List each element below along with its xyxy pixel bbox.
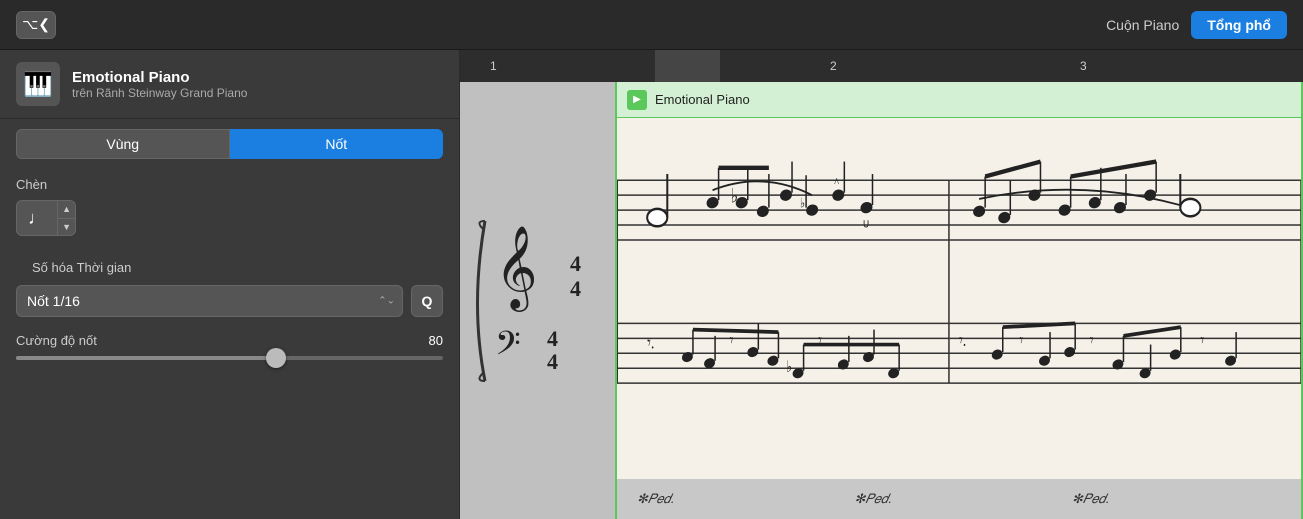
track-name: Emotional Piano <box>655 92 750 107</box>
pedal-mark-3: ✻𝑃𝑒𝑑. <box>1072 491 1109 507</box>
notation-outer: ▶ Emotional Piano <box>615 82 1303 519</box>
instrument-icon: 🎹 <box>16 62 60 106</box>
quantize-row: Nốt 1/4 Nốt 1/8 Nốt 1/16 Nốt 1/32 Q <box>16 285 443 317</box>
left-panel: 🎹 Emotional Piano trên Rãnh Steinway Gra… <box>0 50 460 519</box>
quantize-label: Số hóa Thời gian <box>16 252 443 279</box>
pedal-mark-1: ✻𝑃𝑒𝑑. <box>637 491 674 507</box>
timeline-row: 1 2 3 <box>460 50 1303 82</box>
score-left-panel: 𝄞 4 4 𝄢 4 4 <box>460 82 615 519</box>
instrument-header: 🎹 Emotional Piano trên Rãnh Steinway Gra… <box>0 50 459 119</box>
svg-text:𝄢: 𝄢 <box>495 325 521 370</box>
svg-text:𝄾: 𝄾 <box>1090 332 1094 351</box>
notation-body: ♭ ♭ <box>617 118 1301 479</box>
quantize-select[interactable]: Nốt 1/4 Nốt 1/8 Nốt 1/16 Nốt 1/32 <box>16 285 403 317</box>
tab-row: Vùng Nốt <box>0 119 459 169</box>
slider-thumb[interactable] <box>266 348 286 368</box>
svg-text:4: 4 <box>570 251 581 276</box>
clef-area: 𝄞 4 4 𝄢 4 4 <box>465 211 605 391</box>
top-bar: ⌥❮ Cuộn Piano Tổng phổ <box>0 0 1303 50</box>
instrument-name: Emotional Piano <box>72 69 247 86</box>
smart-control-button[interactable]: ⌥❮ <box>16 11 56 39</box>
slider-fill <box>16 356 276 360</box>
svg-text:𝄾: 𝄾 <box>818 332 822 351</box>
main-area: 🎹 Emotional Piano trên Rãnh Steinway Gra… <box>0 50 1303 519</box>
svg-text:♭: ♭ <box>800 196 805 211</box>
track-label-bar: ▶ Emotional Piano <box>617 82 1301 118</box>
velocity-value: 80 <box>429 333 443 348</box>
cuon-piano-label: Cuộn Piano <box>1106 17 1179 33</box>
insert-control: ♩ ▲ ▼ <box>0 196 459 248</box>
svg-text:𝄾: 𝄾 <box>730 332 734 351</box>
pedal-mark-2: ✻𝑃𝑒𝑑. <box>854 491 891 507</box>
stepper-down-button[interactable]: ▼ <box>58 219 75 236</box>
velocity-section: Cường độ nốt 80 <box>0 321 459 372</box>
velocity-header: Cường độ nốt 80 <box>16 333 443 348</box>
score-svg: ♭ ♭ <box>617 118 1301 479</box>
smart-control-icon: ⌥❮ <box>22 16 50 33</box>
pedal-area: ✻𝑃𝑒𝑑. ✻𝑃𝑒𝑑. ✻𝑃𝑒𝑑. <box>617 479 1301 519</box>
svg-text:𝄾.: 𝄾. <box>959 332 966 351</box>
stepper-arrows: ▲ ▼ <box>57 201 75 235</box>
quantize-section: Số hóa Thời gian Nốt 1/4 Nốt 1/8 Nốt 1/1… <box>0 248 459 321</box>
top-bar-right: Cuộn Piano Tổng phổ <box>1106 11 1287 39</box>
tong-pho-button[interactable]: Tổng phổ <box>1191 11 1287 39</box>
tab-vung[interactable]: Vùng <box>16 129 230 159</box>
right-section: 1 2 3 𝄞 4 4 <box>460 50 1303 519</box>
svg-text:^: ^ <box>834 177 839 190</box>
svg-text:4: 4 <box>547 349 558 374</box>
insert-label: Chèn <box>0 169 459 196</box>
track-play-button[interactable]: ▶ <box>627 90 647 110</box>
note-stepper[interactable]: ♩ ▲ ▼ <box>16 200 76 236</box>
stepper-up-button[interactable]: ▲ <box>58 201 75 219</box>
svg-text:4: 4 <box>547 326 558 351</box>
svg-text:𝄾.: 𝄾. <box>647 334 654 353</box>
clef-svg: 𝄞 4 4 𝄢 4 4 <box>465 211 605 391</box>
svg-text:♭: ♭ <box>786 359 792 377</box>
play-icon: ▶ <box>633 94 641 105</box>
velocity-label: Cường độ nốt <box>16 333 97 348</box>
tab-not[interactable]: Nốt <box>230 129 444 159</box>
note-icon: ♩ <box>17 208 57 229</box>
timeline-marker-3: 3 <box>1080 59 1087 73</box>
instrument-subtitle: trên Rãnh Steinway Grand Piano <box>72 86 247 100</box>
insert-section: Chèn ♩ ▲ ▼ <box>0 169 459 248</box>
content-row: 𝄞 4 4 𝄢 4 4 ▶ <box>460 82 1303 519</box>
timeline-marker-2: 2 <box>830 59 837 73</box>
instrument-info: Emotional Piano trên Rãnh Steinway Grand… <box>72 69 247 100</box>
timeline-marker-1: 1 <box>490 59 497 73</box>
svg-text:𝄾: 𝄾 <box>1200 332 1204 351</box>
svg-text:𝄞: 𝄞 <box>495 226 538 312</box>
timeline-shade <box>655 50 720 82</box>
quantize-select-wrapper: Nốt 1/4 Nốt 1/8 Nốt 1/16 Nốt 1/32 <box>16 285 403 317</box>
svg-text:𝄾: 𝄾 <box>1019 332 1023 351</box>
piano-icon: 🎹 <box>23 70 53 99</box>
q-button[interactable]: Q <box>411 285 443 317</box>
velocity-slider[interactable] <box>16 356 443 360</box>
svg-text:∪: ∪ <box>862 218 869 231</box>
svg-text:4: 4 <box>570 276 581 301</box>
top-bar-left: ⌥❮ <box>16 11 56 39</box>
